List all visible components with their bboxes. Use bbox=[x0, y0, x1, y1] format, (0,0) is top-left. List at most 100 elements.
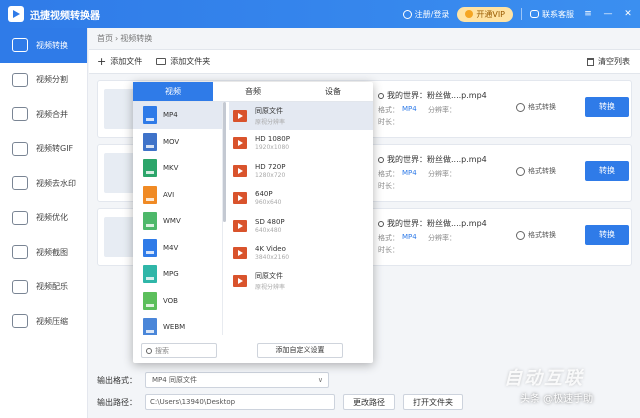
output-path-field[interactable]: C:\Users\13940\Desktop bbox=[145, 394, 335, 410]
format-settings-button[interactable]: 格式转换 bbox=[516, 230, 556, 240]
output-format-select[interactable]: MP4 同原文件 ∨ bbox=[145, 372, 329, 388]
play-icon bbox=[378, 92, 384, 99]
app-title: 迅捷视频转换器 bbox=[30, 10, 100, 22]
tab-audio[interactable]: 音频 bbox=[213, 82, 293, 101]
sidebar-item-video-optimize[interactable]: 视频优化 bbox=[0, 201, 87, 236]
format-item-mp4[interactable]: MP4 bbox=[133, 102, 222, 129]
video-file-icon bbox=[233, 137, 247, 150]
sidebar-item-video-split[interactable]: 视频分割 bbox=[0, 63, 87, 98]
watermark-remove-icon bbox=[12, 176, 28, 191]
sidebar-item-video-merge[interactable]: 视频合并 bbox=[0, 97, 87, 132]
contact-link[interactable]: 联系客服 bbox=[530, 9, 574, 20]
quality-item[interactable]: 同原文件 原视分辨率 bbox=[229, 267, 373, 295]
clear-list-button[interactable]: 清空列表 bbox=[587, 56, 630, 67]
output-path-label: 输出路径： bbox=[97, 397, 137, 407]
file-name: 我的世界：粉丝做....p.mp4 bbox=[387, 219, 487, 228]
open-folder-button[interactable]: 打开文件夹 bbox=[403, 394, 463, 410]
tab-device[interactable]: 设备 bbox=[293, 82, 373, 101]
add-custom-setting-button[interactable]: 添加自定义设置 bbox=[257, 343, 343, 358]
watermark: 自动互联 头条 @极速手助 bbox=[500, 358, 640, 418]
crown-icon bbox=[465, 10, 474, 18]
video-gif-icon bbox=[12, 141, 28, 156]
quality-resolution: 原视分辨率 bbox=[255, 283, 286, 291]
format-settings-label: 格式转换 bbox=[528, 167, 556, 175]
format-item-webm[interactable]: WEBM bbox=[133, 314, 222, 335]
format-settings-label: 格式转换 bbox=[528, 103, 556, 111]
quality-title: HD 1080P bbox=[255, 135, 290, 144]
convert-button[interactable]: 转换 bbox=[585, 161, 629, 181]
format-item-vob[interactable]: VOB bbox=[133, 288, 222, 315]
login-label: 注册/登录 bbox=[414, 9, 450, 19]
file-format-icon bbox=[143, 159, 157, 178]
format-item-label: M4V bbox=[163, 243, 179, 252]
close-icon[interactable]: ✕ bbox=[622, 8, 634, 20]
output-format-label: 输出格式： bbox=[97, 375, 137, 385]
music-icon bbox=[12, 279, 28, 294]
breadcrumb-separator: › bbox=[115, 34, 119, 43]
sidebar-item-label: 视频截图 bbox=[36, 247, 68, 257]
quality-title: 640P bbox=[255, 190, 273, 199]
output-path-value: C:\Users\13940\Desktop bbox=[150, 398, 236, 406]
format-item-m4v[interactable]: M4V bbox=[133, 235, 222, 262]
menu-icon[interactable]: ≡ bbox=[582, 8, 594, 20]
quality-title: 4K Video bbox=[255, 245, 286, 254]
add-file-button[interactable]: + 添加文件 bbox=[97, 56, 142, 67]
change-path-button[interactable]: 更改路径 bbox=[343, 394, 395, 410]
sidebar-item-label: 视频配乐 bbox=[36, 282, 68, 292]
play-icon bbox=[378, 156, 384, 163]
quality-item[interactable]: 4K Video 3840x2160 bbox=[229, 240, 373, 268]
format-label: 格式： bbox=[378, 234, 399, 242]
format-item-label: WMV bbox=[163, 217, 181, 226]
quality-title: 同原文件 bbox=[255, 106, 283, 115]
sidebar-item-label: 视频转换 bbox=[36, 40, 68, 50]
file-format-icon bbox=[143, 185, 157, 204]
quality-item[interactable]: 640P 960x640 bbox=[229, 185, 373, 213]
format-item-wmv[interactable]: WMV bbox=[133, 208, 222, 235]
format-search-input[interactable]: 搜索 bbox=[141, 343, 217, 358]
breadcrumb-home[interactable]: 首页 bbox=[97, 33, 113, 44]
sidebar-item-screenshot[interactable]: 视频截图 bbox=[0, 235, 87, 270]
sidebar-item-compress[interactable]: 视频压缩 bbox=[0, 304, 87, 339]
minimize-icon[interactable]: — bbox=[602, 8, 614, 20]
video-optimize-icon bbox=[12, 210, 28, 225]
folder-icon bbox=[156, 58, 167, 65]
format-value: MP4 bbox=[402, 169, 417, 177]
add-folder-button[interactable]: 添加文件夹 bbox=[156, 56, 210, 67]
format-item-mkv[interactable]: MKV bbox=[133, 155, 222, 182]
video-split-icon bbox=[12, 72, 28, 87]
sidebar-item-video-gif[interactable]: 视频转GIF bbox=[0, 132, 87, 167]
format-item-mov[interactable]: MOV bbox=[133, 129, 222, 156]
format-list: MP4 MOV MKV AVI WMV M4V MPG VOB WEBM bbox=[133, 102, 223, 335]
sidebar: 视频转换 视频分割 视频合并 视频转GIF 视频去水印 视频优化 视频截图 视频… bbox=[0, 28, 88, 418]
gear-icon bbox=[516, 102, 525, 112]
add-file-label: 添加文件 bbox=[110, 57, 143, 66]
convert-button[interactable]: 转换 bbox=[585, 225, 629, 245]
toolbar: + 添加文件 添加文件夹 清空列表 bbox=[89, 50, 640, 74]
quality-item[interactable]: SD 480P 640x480 bbox=[229, 212, 373, 240]
format-item-label: VOB bbox=[163, 296, 178, 305]
quality-item[interactable]: 同原文件 原视分辨率 bbox=[229, 102, 373, 130]
convert-button[interactable]: 转换 bbox=[585, 97, 629, 117]
search-placeholder: 搜索 bbox=[155, 346, 169, 355]
format-item-avi[interactable]: AVI bbox=[133, 182, 222, 209]
quality-item[interactable]: HD 720P 1280x720 bbox=[229, 157, 373, 185]
sidebar-item-watermark-remove[interactable]: 视频去水印 bbox=[0, 166, 87, 201]
sidebar-item-music[interactable]: 视频配乐 bbox=[0, 270, 87, 305]
quality-item[interactable]: HD 1080P 1920x1080 bbox=[229, 130, 373, 158]
divider bbox=[521, 8, 522, 20]
file-format-icon bbox=[143, 291, 157, 310]
format-list-scrollbar[interactable] bbox=[223, 102, 226, 222]
duration-label: 时长： bbox=[378, 118, 399, 126]
quality-title: 同原文件 bbox=[255, 271, 283, 280]
quality-list: 同原文件 原视分辨率 HD 1080P 1920x1080 HD 720P 1280x72… bbox=[229, 102, 373, 295]
sidebar-item-video-convert[interactable]: 视频转换 bbox=[0, 28, 87, 63]
format-settings-button[interactable]: 格式转换 bbox=[516, 166, 556, 176]
login-link[interactable]: 注册/登录 bbox=[402, 9, 450, 20]
file-format-icon bbox=[143, 132, 157, 151]
format-item-label: MPG bbox=[163, 270, 179, 279]
video-file-icon bbox=[233, 164, 247, 177]
format-item-mpg[interactable]: MPG bbox=[133, 261, 222, 288]
vip-button[interactable]: 开通VIP bbox=[457, 6, 513, 22]
format-settings-button[interactable]: 格式转换 bbox=[516, 102, 556, 112]
tab-video[interactable]: 视频 bbox=[133, 82, 213, 101]
